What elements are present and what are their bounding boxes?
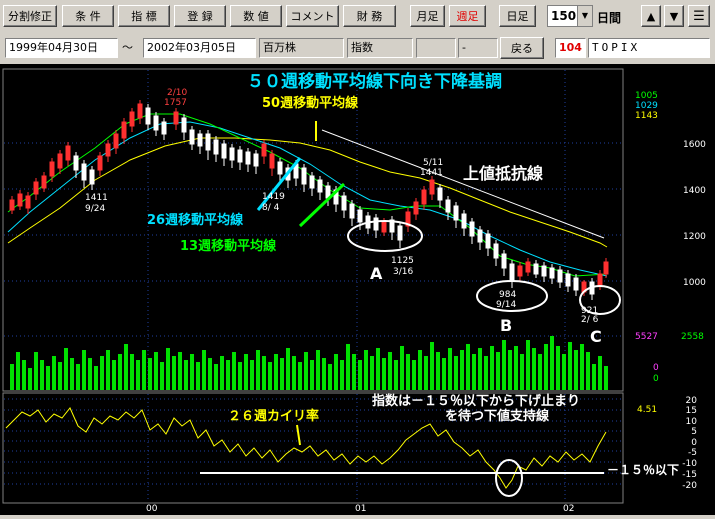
- price-grid: [4, 70, 622, 502]
- kairi-label: ２６週カイリ率: [228, 408, 319, 424]
- x-tick-01: 01: [355, 504, 366, 514]
- marker-c: C: [590, 327, 602, 346]
- price-tick-1000: 1000: [683, 278, 706, 288]
- support-text-line1: 指数は－１５％以下から下げ止まり: [372, 393, 580, 409]
- kairi-value: 4.51: [637, 405, 657, 415]
- kairi-tick-minus5: -5: [688, 448, 697, 458]
- legend-ma50: 1143: [635, 111, 658, 121]
- volume-max: 2558: [681, 332, 704, 342]
- x-axis: 00 01 02: [146, 504, 574, 514]
- weekly-button[interactable]: 週足: [449, 5, 486, 27]
- peak-value: 1757: [164, 98, 187, 108]
- condition-button[interactable]: 条 件: [62, 5, 114, 27]
- chart-area: ５０週移動平均線下向き下降基調 50週移動平均線 26週移動平均線 13週移動平…: [0, 64, 715, 515]
- volume-zero-b: 0: [653, 374, 659, 384]
- ma26-label: 26週移動平均線: [147, 212, 244, 228]
- toolbar: 分割修正 条 件 指 標 登 録 数 値 コメント 財 務 月足 週足 日足 1…: [0, 0, 715, 34]
- point-1411-value: 1411: [85, 193, 108, 203]
- marker-b: B: [500, 316, 512, 335]
- index-field-a: [416, 38, 456, 58]
- kairi-tick-5: 5: [691, 427, 697, 437]
- values-button[interactable]: 数 値: [230, 5, 282, 27]
- monthly-button[interactable]: 月足: [410, 5, 445, 27]
- legend-ma26: 1029: [635, 101, 658, 111]
- ma13-label: 13週移動平均線: [180, 238, 277, 254]
- price-tick-1400: 1400: [683, 186, 706, 196]
- financial-button[interactable]: 財 務: [343, 5, 396, 27]
- code-field[interactable]: 104: [555, 38, 586, 58]
- ma50-label: 50週移動平均線: [262, 95, 359, 111]
- price-tick-1600: 1600: [683, 140, 706, 150]
- start-date-field[interactable]: 1999年04月30日: [5, 38, 118, 58]
- period-unit: 日間: [597, 11, 622, 25]
- point-1441-date: 5/11: [423, 158, 443, 168]
- daily-button[interactable]: 日足: [499, 5, 536, 27]
- point-1411-date: 9/24: [85, 204, 105, 214]
- point-921-date: 2/ 6: [581, 315, 599, 325]
- support-text-line2: を待つ下値支持線: [445, 408, 550, 424]
- volume-zero-a: 0: [653, 363, 659, 373]
- x-tick-02: 02: [563, 504, 574, 514]
- point-984-value: 984: [499, 290, 516, 300]
- chart-title: ５０週移動平均線下向き下降基調: [247, 71, 502, 92]
- kairi-tick-0: 0: [691, 438, 697, 448]
- down-arrow-icon[interactable]: ▼: [664, 5, 684, 27]
- volume-latest: 5527: [635, 332, 658, 342]
- register-button[interactable]: 登 録: [174, 5, 226, 27]
- chevron-down-icon: ▼: [577, 6, 592, 26]
- name-field: TOPIX: [588, 38, 710, 58]
- point-984-date: 9/14: [496, 300, 516, 310]
- minus15-label: －１５％以下: [607, 463, 679, 477]
- point-1125-value: 1125: [391, 256, 414, 266]
- comment-button[interactable]: コメント: [286, 5, 339, 27]
- resistance-label: 上値抵抗線: [463, 164, 543, 183]
- indicator-button[interactable]: 指 標: [118, 5, 170, 27]
- menu-icon[interactable]: ☰: [688, 5, 710, 27]
- index-field-b: -: [458, 38, 498, 58]
- chart-svg: ５０週移動平均線下向き下降基調 50週移動平均線 26週移動平均線 13週移動平…: [2, 68, 706, 514]
- kairi-tick-15: 15: [686, 406, 697, 416]
- kairi-tick-20: 20: [686, 396, 698, 406]
- point-1441-value: 1441: [420, 168, 443, 178]
- marker-a: A: [370, 264, 383, 283]
- kairi-pointer: [296, 424, 301, 446]
- index-label: 指数: [347, 38, 413, 58]
- kairi-tick-minus20: -20: [682, 481, 697, 491]
- kairi-tick-10: 10: [686, 417, 698, 427]
- point-1125-date: 3/16: [393, 267, 413, 277]
- kairi-tick-minus15: -15: [682, 470, 697, 480]
- point-1419-date: 8/ 4: [262, 203, 280, 213]
- back-button[interactable]: 戻る: [500, 37, 544, 59]
- up-arrow-icon[interactable]: ▲: [641, 5, 661, 27]
- right-axis: 1005 1029 1143 1600 1400 1200 1000 5527 …: [635, 91, 706, 491]
- period-select[interactable]: 150 ▼: [547, 5, 593, 27]
- peak-date: 2/10: [167, 88, 187, 98]
- point-1419-value: 1419: [262, 192, 285, 202]
- legend-ma13: 1005: [635, 91, 658, 101]
- kairi-tick-minus10: -10: [682, 459, 697, 469]
- unit-field: 百万株: [259, 38, 344, 58]
- x-tick-00: 00: [146, 504, 158, 514]
- volume-bars: [10, 336, 608, 390]
- period-value: 150: [551, 9, 577, 23]
- split-adjust-button[interactable]: 分割修正: [3, 5, 57, 27]
- date-range-tilde: ～: [122, 41, 133, 54]
- end-date-field[interactable]: 2002年03月05日: [143, 38, 256, 58]
- price-tick-1200: 1200: [683, 232, 706, 242]
